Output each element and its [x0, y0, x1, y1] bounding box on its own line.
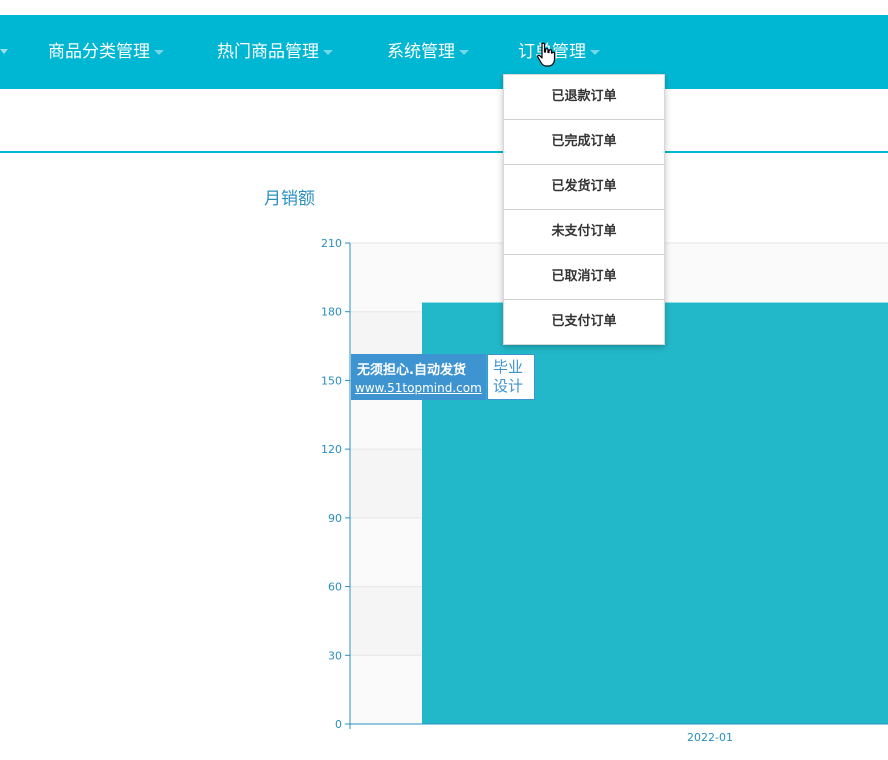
y-tick-label: 210 [321, 237, 342, 250]
watermark-slogan: 无须担心.自动发货 [357, 363, 466, 378]
menu-item-unpaid-orders[interactable]: 未支付订单 [504, 210, 664, 255]
top-navbar: 商品分类管理 热门商品管理 系统管理 订单管理 [0, 15, 888, 89]
menu-item-completed-orders[interactable]: 已完成订单 [504, 120, 664, 165]
nav-item-label: 热门商品管理 [217, 42, 319, 62]
nav-item-category-management[interactable]: 商品分类管理 [48, 15, 164, 89]
x-tick-label: 2022-01 [687, 731, 733, 744]
nav-item-hot-products[interactable]: 热门商品管理 [217, 15, 333, 89]
menu-item-shipped-orders[interactable]: 已发货订单 [504, 165, 664, 210]
y-tick-label: 150 [321, 374, 342, 387]
chart-title: 月销额 [264, 189, 315, 209]
top-strip [0, 0, 888, 15]
menu-item-refunded-orders[interactable]: 已退款订单 [504, 75, 664, 120]
menu-item-cancelled-orders[interactable]: 已取消订单 [504, 255, 664, 300]
nav-item-label: 商品分类管理 [48, 42, 150, 62]
y-tick-label: 60 [328, 581, 342, 594]
nav-item-label: 系统管理 [387, 42, 455, 62]
menu-item-paid-orders[interactable]: 已支付订单 [504, 300, 664, 344]
watermark-left: 无须担心.自动发货 www.51topmind.com [351, 354, 486, 400]
chevron-down-icon [154, 49, 164, 55]
chart-canvas: 0 30 60 90 120 150 180 210 2022-01 [321, 237, 888, 744]
sub-header-bar [0, 89, 888, 153]
watermark-url[interactable]: www.51topmind.com [355, 381, 482, 395]
order-management-dropdown: 已退款订单 已完成订单 已发货订单 未支付订单 已取消订单 已支付订单 [503, 74, 665, 345]
chevron-down-icon [0, 49, 8, 54]
y-tick-label: 0 [335, 718, 342, 731]
nav-item-system-management[interactable]: 系统管理 [387, 15, 469, 89]
chevron-down-icon [459, 49, 469, 55]
watermark-banner: 无须担心.自动发货 www.51topmind.com 毕业设计 [351, 354, 535, 400]
watermark-badge: 毕业设计 [487, 354, 535, 400]
chevron-down-icon [590, 49, 600, 55]
y-tick-label: 120 [321, 443, 342, 456]
hand-cursor-icon [537, 42, 556, 67]
y-tick-label: 180 [321, 306, 342, 319]
chevron-down-icon [323, 49, 333, 55]
y-tick-label: 30 [328, 649, 342, 662]
y-tick-label: 90 [328, 512, 342, 525]
monthly-sales-chart: 月销额 0 30 60 90 120 150 180 210 2022-01 [0, 153, 888, 756]
